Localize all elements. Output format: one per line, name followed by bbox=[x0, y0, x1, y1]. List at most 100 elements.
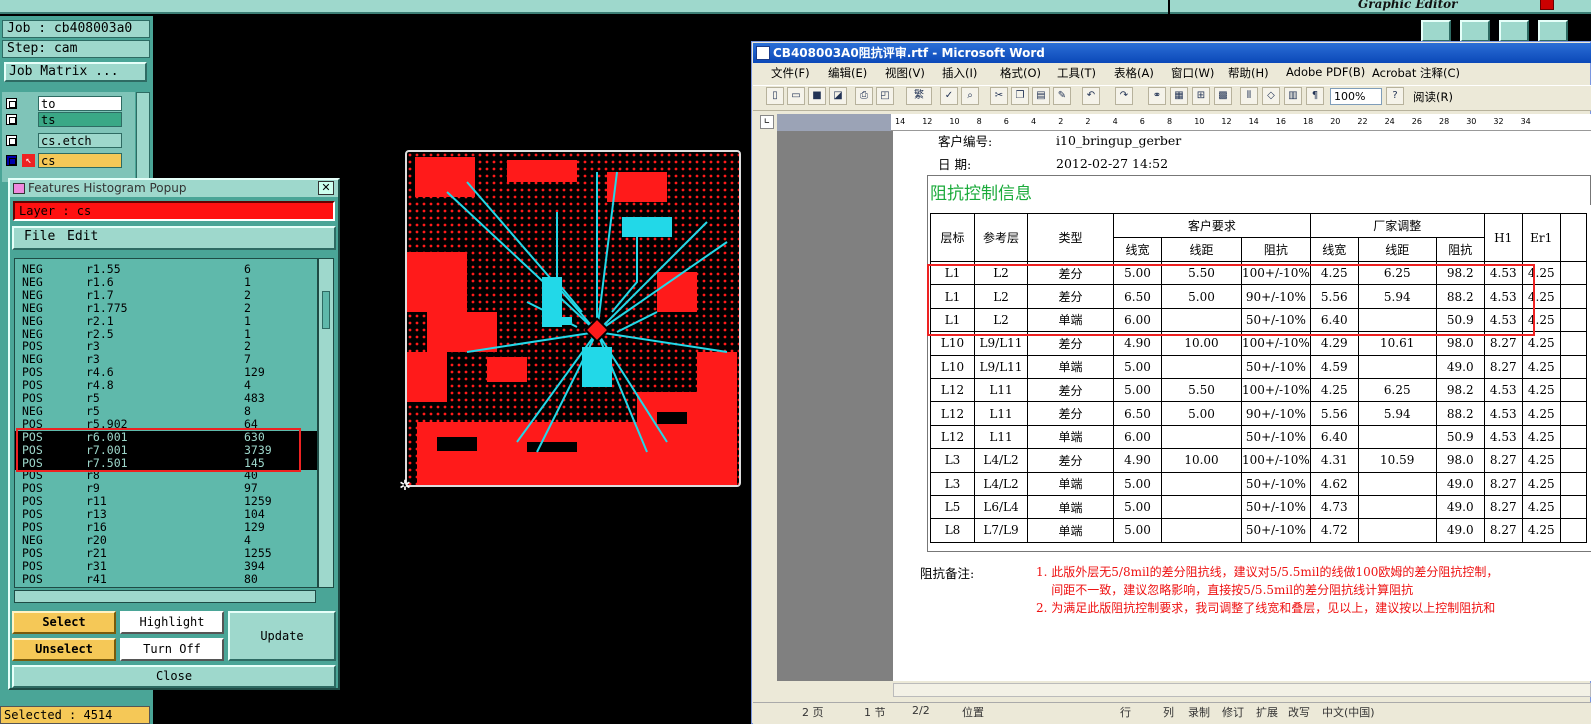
paste-icon[interactable]: ▤ bbox=[1032, 87, 1050, 105]
read-mode-button[interactable]: 阅读(R) bbox=[1413, 89, 1453, 105]
insert-excel-icon[interactable]: ▩ bbox=[1214, 87, 1232, 105]
histogram-row[interactable]: POS r4.8 4 bbox=[15, 379, 317, 392]
histogram-row[interactable]: NEG r5 8 bbox=[15, 403, 317, 418]
histogram-row[interactable]: POS r9 97 bbox=[15, 482, 317, 495]
histogram-row[interactable]: NEG r3 7 bbox=[15, 353, 317, 366]
status-item: 中文(中国) bbox=[1322, 706, 1375, 719]
histogram-row[interactable]: POS r31 394 bbox=[15, 558, 317, 573]
traditional-chinese-button[interactable]: 繁 bbox=[906, 87, 932, 105]
layer-tool-icon[interactable] bbox=[1538, 20, 1568, 42]
histogram-row[interactable]: NEG r2.1 1 bbox=[15, 314, 317, 328]
word-menu-item[interactable]: 编辑(E) bbox=[828, 65, 867, 81]
help-icon[interactable]: ? bbox=[1386, 87, 1404, 105]
menu-file[interactable]: File bbox=[24, 229, 55, 245]
document-map-icon[interactable]: ▥ bbox=[1284, 87, 1302, 105]
zoom-select[interactable]: 100% bbox=[1330, 88, 1382, 105]
insert-table-icon[interactable]: ⊞ bbox=[1192, 87, 1210, 105]
permission-icon[interactable]: ◪ bbox=[829, 87, 847, 105]
hyperlink-icon[interactable]: ⚭ bbox=[1148, 87, 1166, 105]
columns-icon[interactable]: ⫴ bbox=[1240, 87, 1258, 105]
popup-close-icon[interactable]: ✕ bbox=[318, 181, 334, 195]
layer-checkbox[interactable] bbox=[6, 155, 17, 166]
layer-checkbox[interactable] bbox=[6, 98, 17, 109]
histogram-row[interactable]: NEG r1.55 6 bbox=[15, 263, 317, 276]
menu-edit[interactable]: Edit bbox=[67, 229, 98, 245]
undo-icon[interactable]: ↶ bbox=[1082, 87, 1100, 105]
histogram-row[interactable]: POS r21 1255 bbox=[15, 546, 317, 560]
histogram-horizontal-scrollbar[interactable] bbox=[14, 590, 316, 603]
spelling-icon[interactable]: ✓ bbox=[940, 87, 958, 105]
layer-row-ts[interactable]: ts bbox=[4, 112, 122, 127]
word-menu-item[interactable]: 窗口(W) bbox=[1171, 65, 1214, 81]
layer-row-cs[interactable]: ↖ cs bbox=[4, 153, 122, 168]
histogram-row[interactable]: POS r3 2 bbox=[15, 340, 317, 353]
word-menu-item[interactable]: Adobe PDF(B) bbox=[1286, 65, 1365, 79]
word-menu-item[interactable]: 插入(I) bbox=[942, 65, 977, 81]
scroll-thumb[interactable] bbox=[322, 291, 330, 329]
histogram-row[interactable]: NEG r2.5 1 bbox=[15, 327, 317, 341]
word-menu-item[interactable]: Acrobat 注释(C) bbox=[1372, 65, 1460, 81]
step-label: Step: cam bbox=[2, 40, 150, 58]
research-icon[interactable]: ⌕ bbox=[961, 87, 979, 105]
table-cell: L12 bbox=[930, 401, 975, 426]
pcb-board-view[interactable] bbox=[405, 150, 741, 487]
highlight-button[interactable]: Highlight bbox=[120, 611, 224, 634]
new-document-icon[interactable]: ▯ bbox=[766, 87, 784, 105]
histogram-row[interactable]: NEG r20 4 bbox=[15, 533, 317, 547]
select-button[interactable]: Select bbox=[12, 611, 116, 634]
close-button[interactable]: Close bbox=[12, 665, 336, 688]
print-icon[interactable]: ⎙ bbox=[855, 87, 873, 105]
histogram-row[interactable]: NEG r1.7 2 bbox=[15, 288, 317, 302]
layer-row-to[interactable]: to bbox=[4, 96, 122, 111]
job-matrix-button[interactable]: Job Matrix ... bbox=[4, 62, 147, 82]
histogram-row[interactable]: POS r16 129 bbox=[15, 521, 317, 534]
histogram-row[interactable]: NEG r1.6 1 bbox=[15, 275, 317, 289]
polarity: POS bbox=[22, 558, 43, 573]
turn-off-button[interactable]: Turn Off bbox=[120, 638, 224, 661]
histogram-row[interactable]: POS r11 1259 bbox=[15, 495, 317, 508]
copy-icon[interactable]: ❐ bbox=[1011, 87, 1029, 105]
word-menu-item[interactable]: 帮助(H) bbox=[1228, 65, 1269, 81]
cut-icon[interactable]: ✂ bbox=[990, 87, 1008, 105]
open-folder-icon[interactable]: ▭ bbox=[787, 87, 805, 105]
show-hide-icon[interactable]: ¶ bbox=[1306, 87, 1324, 105]
word-menu-item[interactable]: 视图(V) bbox=[885, 65, 925, 81]
save-icon[interactable]: ■ bbox=[808, 87, 826, 105]
pan-tool-icon[interactable] bbox=[1421, 20, 1451, 42]
word-menu-item[interactable]: 工具(T) bbox=[1057, 65, 1096, 81]
histogram-row[interactable]: POS r13 104 bbox=[15, 508, 317, 521]
word-horizontal-scrollbar[interactable] bbox=[893, 683, 1591, 697]
update-button[interactable]: Update bbox=[228, 611, 336, 661]
header-er1: Er1 bbox=[1521, 213, 1561, 262]
word-menu-item[interactable]: 文件(F) bbox=[771, 65, 810, 81]
histogram-list[interactable]: NEG r1.55 6 NEG r1.6 1 NEG r1.7 2 NEG r1.775 2 NEG r2… bbox=[14, 258, 318, 588]
view-buttons[interactable] bbox=[757, 682, 893, 697]
ruler-number: 14 bbox=[895, 117, 906, 126]
table-cell: 4.73 bbox=[1309, 494, 1359, 520]
histogram-row[interactable]: POS r41 80 bbox=[15, 572, 317, 586]
layer-list-scrollbar[interactable] bbox=[136, 92, 150, 182]
graphic-editor-close-icon[interactable] bbox=[1540, 0, 1554, 10]
layer-row-cs-etch[interactable]: cs.etch bbox=[4, 133, 122, 148]
count: 8 bbox=[244, 403, 251, 418]
selected-count: Selected : 4514 bbox=[0, 706, 150, 724]
histogram-row[interactable]: NEG r1.775 2 bbox=[15, 300, 317, 315]
drawing-icon[interactable]: ◇ bbox=[1262, 87, 1280, 105]
print-preview-icon[interactable]: ◰ bbox=[876, 87, 894, 105]
unselect-button[interactable]: Unselect bbox=[12, 638, 116, 661]
word-menu-item[interactable]: 表格(A) bbox=[1114, 65, 1154, 81]
layer-checkbox[interactable] bbox=[6, 114, 17, 125]
tables-borders-icon[interactable]: ▦ bbox=[1170, 87, 1188, 105]
window-tool-icon[interactable] bbox=[1460, 20, 1490, 42]
histogram-vertical-scrollbar[interactable] bbox=[318, 258, 334, 588]
layer-checkbox[interactable] bbox=[6, 135, 17, 146]
measure-tool-icon[interactable] bbox=[1499, 20, 1529, 42]
histogram-row[interactable]: POS r4.6 129 bbox=[15, 366, 317, 379]
word-menu-item[interactable]: 格式(O) bbox=[1000, 65, 1041, 81]
tab-stop-selector-icon[interactable]: ∟ bbox=[760, 115, 774, 129]
table-cell: 差分 bbox=[1027, 448, 1114, 473]
format-painter-icon[interactable]: ✎ bbox=[1053, 87, 1071, 105]
histogram-row[interactable]: POS r5 483 bbox=[15, 392, 317, 405]
redo-icon[interactable]: ↷ bbox=[1115, 87, 1133, 105]
symbol: r1.775 bbox=[86, 300, 128, 315]
